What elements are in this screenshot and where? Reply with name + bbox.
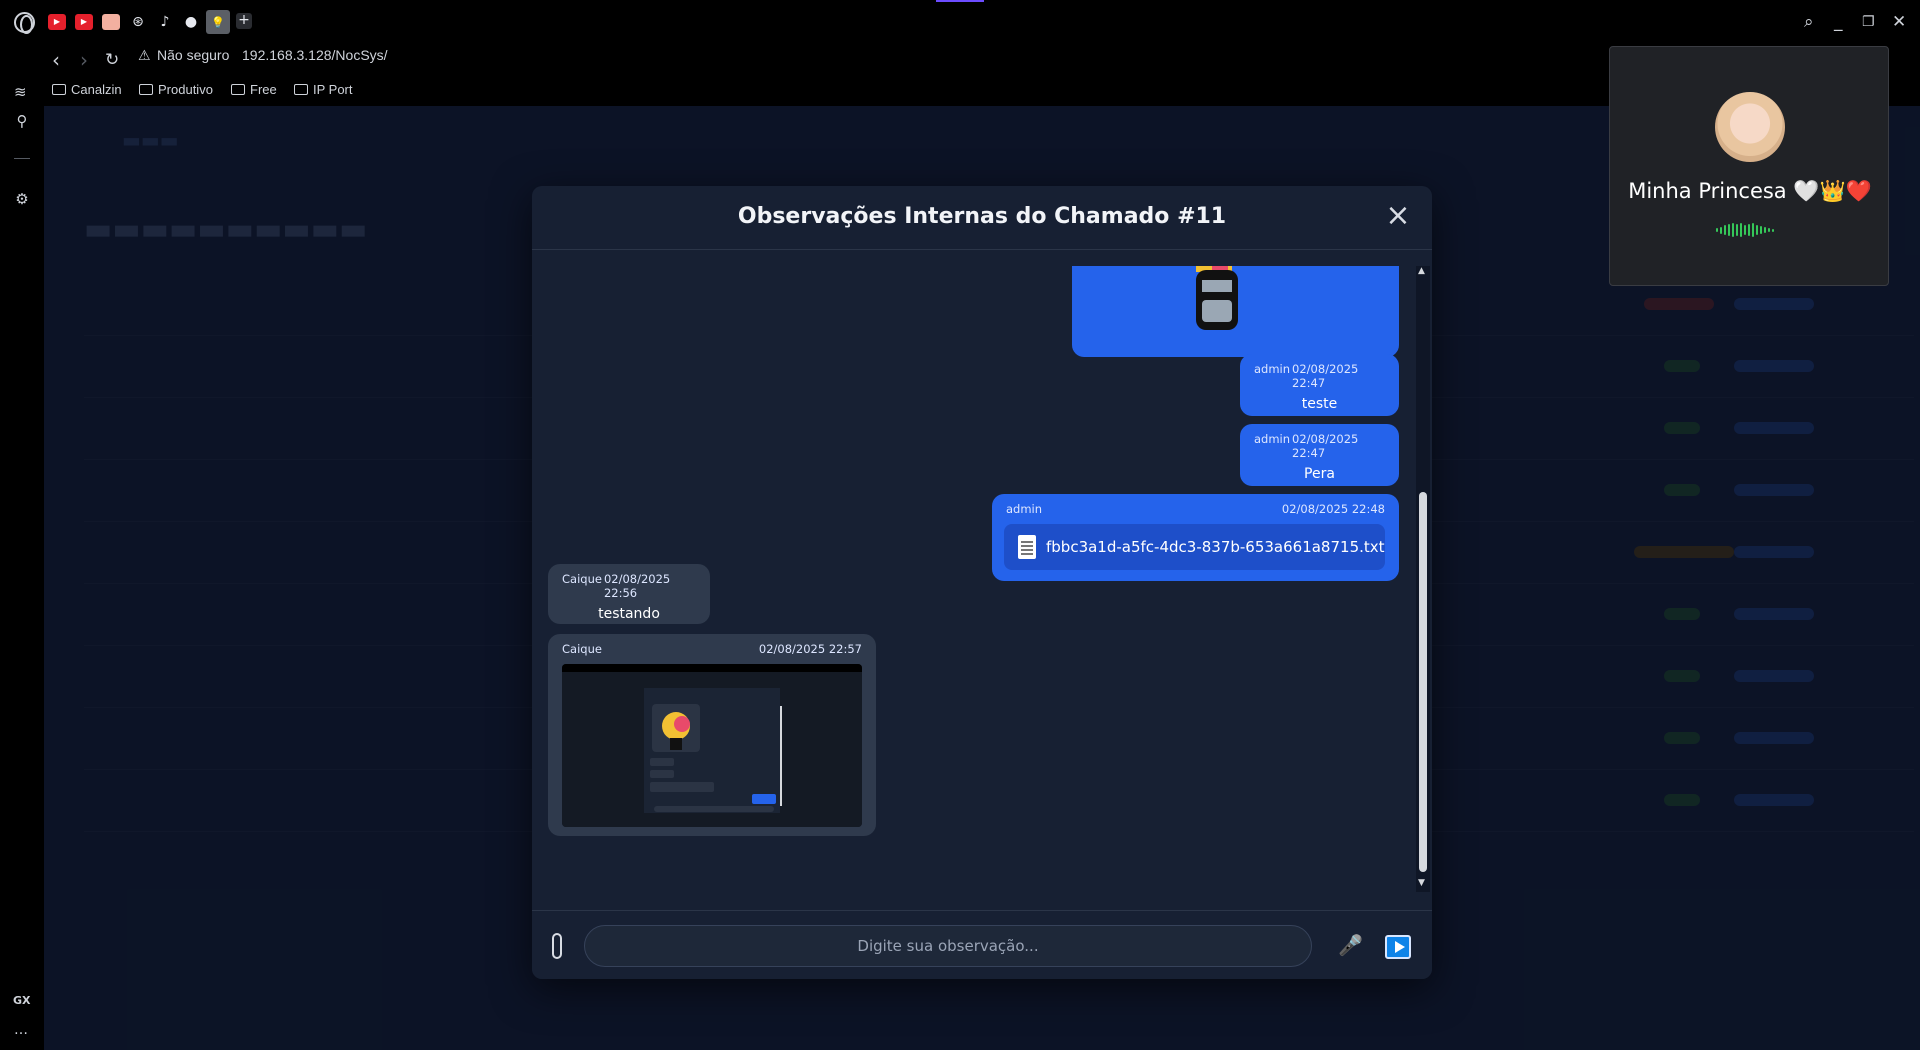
- close-window-icon[interactable]: ✕: [1892, 10, 1906, 34]
- insecure-label[interactable]: Não seguro: [157, 47, 229, 63]
- observation-input[interactable]: Digite sua observação...: [584, 925, 1312, 967]
- back-icon[interactable]: ‹: [52, 48, 60, 72]
- observations-modal: Observações Internas do Chamado #11 × ad…: [532, 186, 1432, 979]
- active-tab-icon[interactable]: 💡: [206, 10, 230, 34]
- file-attachment[interactable]: fbbc3a1d-a5fc-4dc3-837b-653a661a8715.txt: [1004, 524, 1385, 570]
- youtube-tab-icon[interactable]: ▶: [48, 14, 66, 30]
- new-tab-plus-icon[interactable]: +: [236, 13, 252, 29]
- scroll-down-icon[interactable]: ▼: [1418, 878, 1425, 888]
- message-text: teste: [1301, 396, 1338, 412]
- image-message-bubble: Caique 02/08/2025 22:57: [548, 634, 876, 836]
- caller-name: Minha Princesa 🤍👑❤️: [1628, 179, 1872, 203]
- voice-activity-icon: [1716, 223, 1774, 237]
- github-tab-icon[interactable]: ●: [182, 14, 200, 30]
- youtube-tab-icon-2[interactable]: ▶: [75, 14, 93, 30]
- folder-icon: [294, 84, 308, 95]
- message-text: Pera: [1304, 466, 1335, 482]
- image-tab-icon[interactable]: [102, 14, 120, 30]
- message-author: admin: [1006, 502, 1043, 516]
- message-bubble: Caique 02/08/2025 22:56 testando: [548, 564, 710, 624]
- forward-icon[interactable]: ›: [80, 48, 88, 72]
- message-time: 02/08/2025 22:47: [1292, 362, 1359, 390]
- document-icon: [1018, 535, 1036, 559]
- message-time: 02/08/2025 22:47: [1292, 432, 1359, 460]
- paperclip-icon[interactable]: [552, 933, 562, 959]
- bookmarks-menu-icon[interactable]: ≋: [14, 80, 27, 104]
- tiktok-tab-icon[interactable]: ♪: [156, 14, 174, 30]
- openai-tab-icon[interactable]: ⊛: [129, 14, 147, 30]
- modal-title: Observações Internas do Chamado #11: [737, 204, 1227, 229]
- modal-header: Observações Internas do Chamado #11 ×: [532, 186, 1432, 250]
- message-bubble: admin 02/08/2025 22:47 Pera: [1240, 424, 1399, 486]
- message-text: testando: [598, 606, 660, 622]
- message-author: admin: [1254, 362, 1291, 376]
- insecure-warning-icon[interactable]: ⚠: [138, 46, 151, 66]
- bookmark-free[interactable]: Free: [231, 82, 277, 97]
- reload-icon[interactable]: ↻: [105, 48, 119, 72]
- url-field[interactable]: 192.168.3.128/NocSys/: [242, 47, 388, 63]
- file-name: fbbc3a1d-a5fc-4dc3-837b-653a661a8715.txt: [1046, 538, 1385, 556]
- composer: Digite sua observação... 🎤: [532, 910, 1432, 979]
- message-time: 02/08/2025 22:57: [758, 642, 862, 656]
- gx-label[interactable]: GX: [13, 994, 31, 1007]
- message-author: Caique: [562, 642, 602, 656]
- lightbulb-image: [1196, 266, 1238, 330]
- screenshot-preview-image: [562, 664, 862, 827]
- folder-icon: [52, 84, 66, 95]
- message-time: 02/08/2025 22:56: [603, 572, 671, 600]
- bookmark-ip-port[interactable]: IP Port: [294, 82, 353, 97]
- opera-logo-icon[interactable]: [14, 12, 35, 34]
- search-icon[interactable]: ⌕: [1804, 10, 1814, 34]
- folder-icon: [231, 84, 245, 95]
- message-author: admin: [1254, 432, 1291, 446]
- scroll-up-icon[interactable]: ▲: [1418, 266, 1425, 276]
- browser-sidebar: [0, 106, 44, 1050]
- avatar: [1715, 92, 1785, 162]
- message-bubble: admin 02/08/2025 22:47 teste: [1240, 354, 1399, 416]
- message-author: Caique: [562, 572, 602, 586]
- image-message[interactable]: [1072, 266, 1399, 357]
- message-time: 02/08/2025 22:48: [1281, 502, 1385, 516]
- chat-log[interactable]: admin 02/08/2025 22:47 teste admin 02/08/2…: [532, 266, 1432, 892]
- tab-bar: ▶ ▶ ⊛ ♪ ● 💡 + ⌕ _ ❐ ✕: [0, 0, 1920, 44]
- folder-icon: [139, 84, 153, 95]
- bookmark-produtivo[interactable]: Produtivo: [139, 82, 213, 97]
- microphone-icon[interactable]: 🎤: [1338, 933, 1363, 957]
- send-button[interactable]: [1385, 935, 1411, 959]
- scroll-thumb[interactable]: [1419, 492, 1427, 872]
- minimize-icon[interactable]: _: [1834, 10, 1843, 34]
- restore-icon[interactable]: ❐: [1862, 10, 1875, 34]
- sidebar-tools-icon[interactable]: ⚲: [12, 112, 32, 132]
- sidebar-settings-icon[interactable]: ⚙: [12, 190, 32, 210]
- bookmark-canalzin[interactable]: Canalzin: [52, 82, 122, 97]
- screenshot-thumbnail[interactable]: [562, 664, 862, 827]
- sidebar-more-icon[interactable]: …: [14, 1022, 28, 1038]
- chat-scrollbar[interactable]: ▲ ▼: [1416, 266, 1430, 892]
- close-icon[interactable]: ×: [1380, 198, 1416, 234]
- sidebar-separator: [14, 158, 30, 159]
- top-accent-line: [936, 0, 984, 2]
- file-message-bubble: admin 02/08/2025 22:48 fbbc3a1d-a5fc-4dc3…: [992, 494, 1399, 581]
- voice-call-popup[interactable]: Minha Princesa 🤍👑❤️: [1609, 46, 1889, 286]
